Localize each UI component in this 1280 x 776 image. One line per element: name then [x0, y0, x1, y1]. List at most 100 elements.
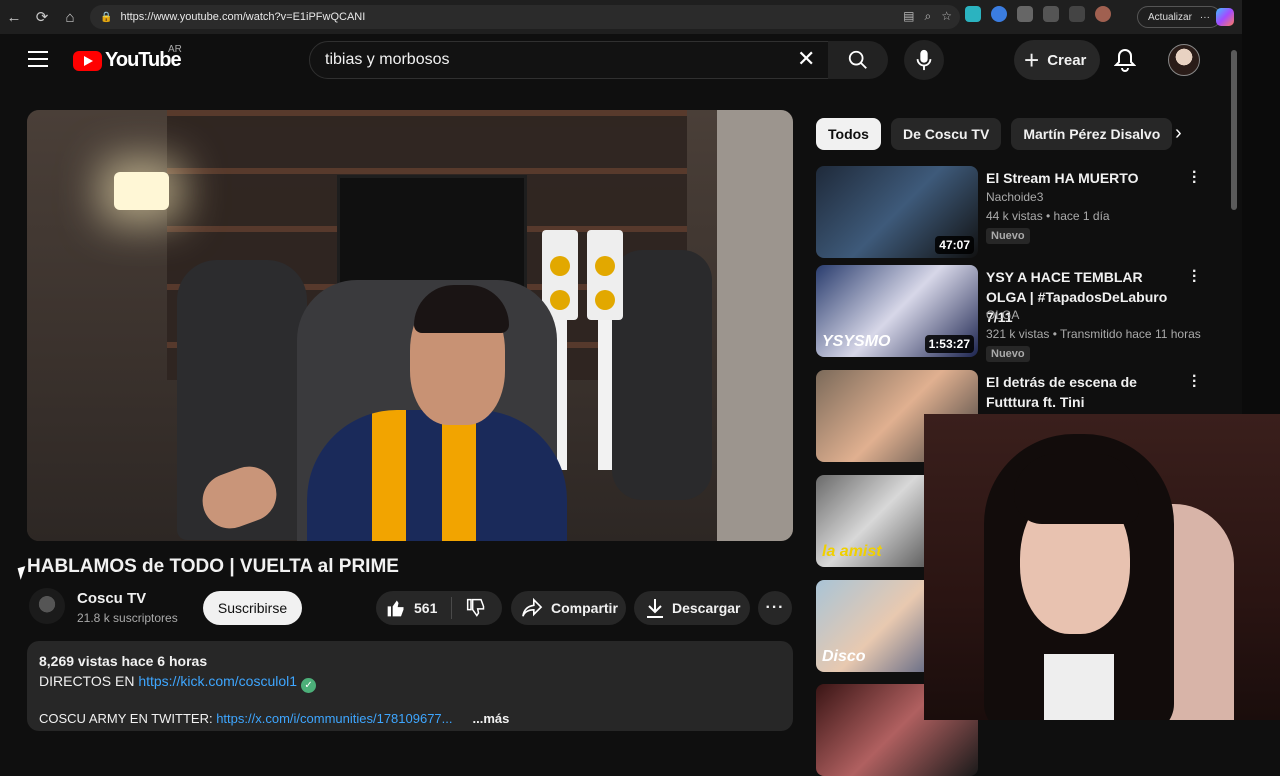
youtube-header: YouTube AR ✕ + Crear [0, 34, 1226, 90]
twitter-link[interactable]: https://x.com/i/communities/178109677... [216, 711, 452, 726]
duration-badge: 47:07 [935, 236, 974, 254]
video-frame [717, 110, 793, 541]
download-label: Descargar [672, 600, 741, 616]
more-actions-button[interactable]: ··· [758, 591, 792, 625]
dislike-button[interactable] [452, 598, 500, 618]
webcam-overlay [924, 414, 1280, 720]
description-text: COSCU ARMY EN TWITTER: [39, 711, 217, 726]
notifications-bell-icon[interactable] [1113, 48, 1137, 77]
video-stats: 44 k vistas • hace 1 día [986, 209, 1110, 223]
share-button[interactable]: Compartir [511, 591, 626, 625]
video-stats: 321 k vistas • Transmitido hace 11 horas [986, 327, 1201, 341]
description-line: DIRECTOS EN https://kick.com/cosculol1 ✓ [39, 673, 781, 693]
duration-badge: 1:53:27 [924, 335, 974, 353]
video-title[interactable]: El Stream HA MUERTO [986, 168, 1186, 188]
like-button[interactable]: 561 [376, 597, 452, 619]
extension-icon[interactable] [991, 6, 1007, 22]
subscribe-button[interactable]: Suscribirse [203, 591, 302, 625]
like-count: 561 [414, 600, 438, 616]
subscriber-count: 21.8 k suscriptores [77, 611, 178, 625]
microphone-icon [916, 49, 932, 71]
verified-check-icon: ✓ [301, 678, 317, 693]
video-frame [114, 172, 169, 210]
webcam-frame [1044, 654, 1114, 720]
extension-icon[interactable] [965, 6, 981, 22]
more-vert-icon[interactable]: · · · [1192, 264, 1200, 290]
update-button[interactable]: Actualizar ··· [1137, 6, 1221, 28]
create-button[interactable]: + Crear [1014, 40, 1100, 80]
recommended-video[interactable]: YSYSMO 1:53:27 YSY A HACE TEMBLAR OLGA | … [816, 264, 1216, 362]
search-icon [848, 50, 867, 69]
reload-icon[interactable]: ⟳ [28, 0, 56, 34]
more-vert-icon[interactable]: · · · [1192, 165, 1200, 191]
description-box[interactable]: 8,269 vistas hace 6 horas DIRECTOS EN ht… [27, 641, 793, 731]
address-bar[interactable]: 🔒 https://www.youtube.com/watch?v=E1iPFw… [90, 5, 960, 29]
channel-avatar[interactable] [29, 588, 65, 624]
video-title: HABLAMOS de TODO | VUELTA al PRIME [27, 556, 399, 577]
zoom-icon[interactable]: ⌕ [925, 9, 932, 24]
scrollbar-thumb[interactable] [1231, 50, 1237, 210]
recommended-video[interactable]: 47:07 El Stream HA MUERTO Nachoide3 44 k… [816, 165, 1216, 258]
filter-chips: Todos De Coscu TV Martín Pérez Disalvo [816, 118, 1173, 150]
youtube-logo[interactable]: YouTube [73, 49, 182, 72]
copilot-icon[interactable] [1216, 8, 1234, 26]
thumbnail-text: la amist [822, 543, 882, 560]
more-dots-icon: ··· [1199, 11, 1210, 23]
channel-name[interactable]: OLGA [986, 308, 1019, 322]
thumbnail-text: YSYSMO [822, 333, 891, 350]
channel-name[interactable]: Coscu TV [77, 590, 146, 607]
new-badge: Nuevo [986, 346, 1030, 362]
share-label: Compartir [551, 600, 618, 616]
play-logo-icon [73, 50, 102, 71]
video-frame [598, 320, 612, 470]
region-code: AR [168, 44, 182, 55]
share-icon [522, 598, 543, 617]
chip-related[interactable]: Martín Pérez Disalvo [1011, 118, 1173, 150]
video-frame [612, 250, 712, 500]
new-badge: Nuevo [986, 228, 1030, 244]
plus-icon: + [1024, 45, 1040, 75]
view-count-date: 8,269 vistas hace 6 horas [39, 653, 208, 669]
video-frame [307, 410, 567, 541]
clear-search-icon[interactable]: ✕ [797, 48, 815, 70]
search-input[interactable] [325, 51, 785, 69]
voice-search-button[interactable] [904, 40, 944, 80]
download-button[interactable]: Descargar [634, 591, 750, 625]
split-screen-icon[interactable] [1043, 6, 1059, 22]
desktop-background [1242, 0, 1280, 415]
home-icon[interactable]: ⌂ [56, 0, 84, 34]
chip-all[interactable]: Todos [816, 118, 881, 150]
chip-from-channel[interactable]: De Coscu TV [890, 118, 1002, 150]
search-box[interactable] [309, 41, 836, 79]
search-button[interactable] [828, 41, 888, 79]
hamburger-menu-icon[interactable] [28, 51, 48, 69]
show-more-link[interactable]: ...más [473, 711, 510, 726]
video-title[interactable]: El detrás de escena de Futttura ft. Tini [986, 372, 1186, 412]
webcam-frame [1014, 454, 1139, 524]
video-frame [587, 230, 623, 320]
url-text: https://www.youtube.com/watch?v=E1iPFwQC… [120, 11, 366, 23]
thumbs-down-icon [466, 598, 485, 617]
channel-name[interactable]: Nachoide3 [986, 190, 1043, 204]
kick-link[interactable]: https://kick.com/cosculol1 [138, 673, 297, 689]
description-line: COSCU ARMY EN TWITTER: https://x.com/i/c… [39, 711, 781, 726]
description-text: DIRECTOS EN [39, 673, 139, 689]
video-player[interactable] [27, 110, 793, 541]
create-label: Crear [1047, 51, 1087, 69]
thumbnail-text: Disco [822, 648, 866, 665]
profile-icon[interactable] [1095, 6, 1111, 22]
account-avatar[interactable] [1168, 44, 1200, 76]
update-label: Actualizar [1148, 11, 1192, 23]
chevron-right-icon[interactable]: › [1175, 122, 1182, 145]
back-icon[interactable]: ← [0, 0, 28, 34]
video-thumbnail[interactable]: 47:07 [816, 166, 978, 258]
download-icon [647, 599, 663, 618]
video-thumbnail[interactable]: YSYSMO 1:53:27 [816, 265, 978, 357]
thumbs-up-icon [387, 600, 404, 617]
read-mode-icon[interactable]: ▤ [903, 9, 914, 24]
like-dislike-group: 561 [376, 591, 502, 625]
favorites-icon[interactable] [1069, 6, 1085, 22]
favorite-star-icon[interactable]: ☆ [941, 9, 952, 24]
extension-puzzle-icon[interactable] [1017, 6, 1033, 22]
more-vert-icon[interactable]: · · · [1192, 369, 1200, 395]
